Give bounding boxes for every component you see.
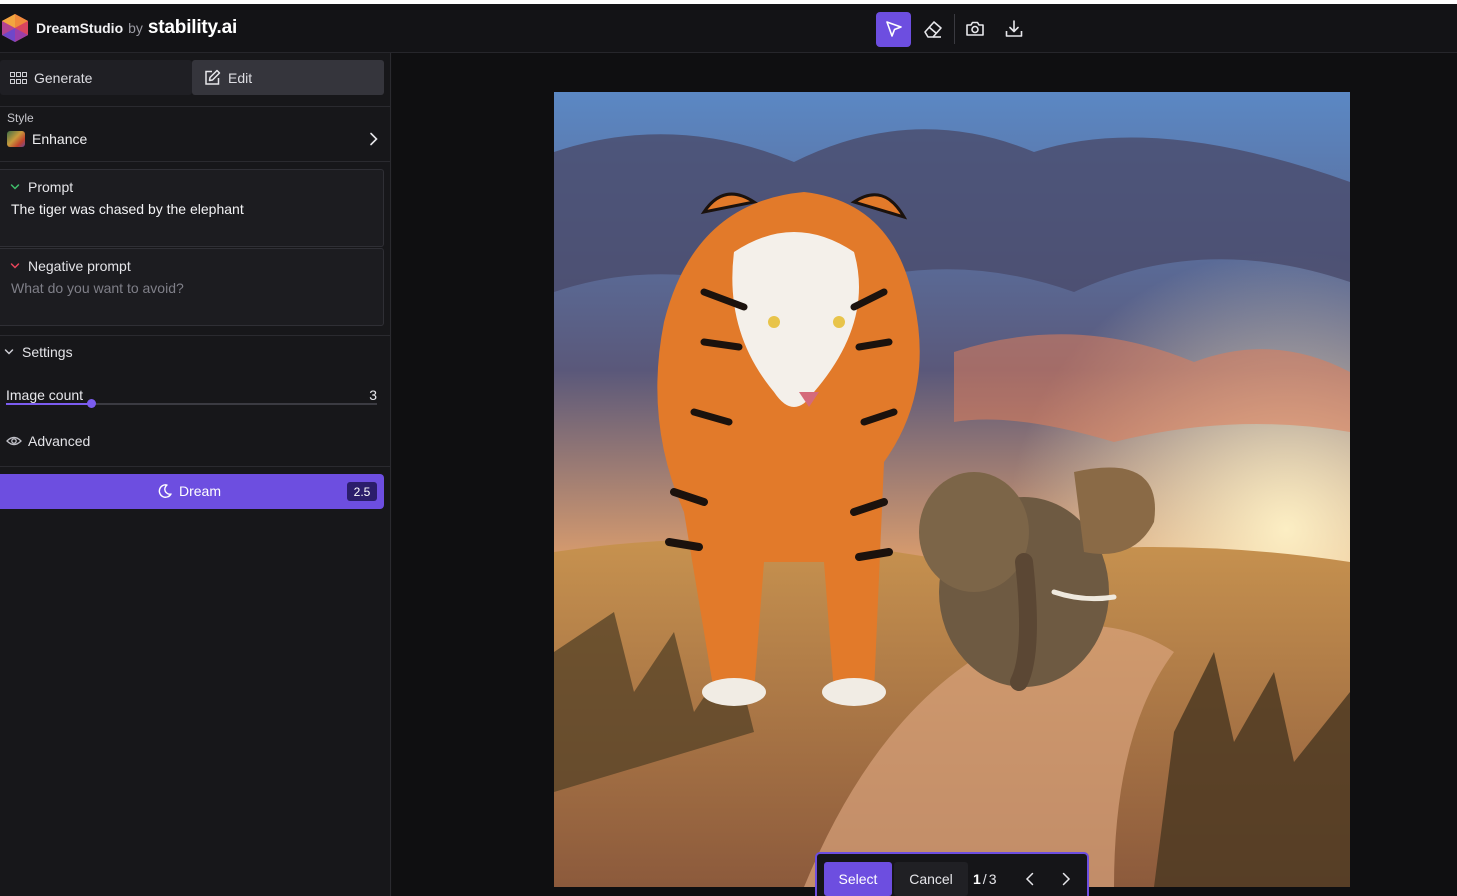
negative-prompt-input[interactable]: What do you want to avoid? xyxy=(11,280,184,296)
generated-image[interactable] xyxy=(554,92,1350,887)
settings-divider xyxy=(0,335,391,336)
edit-icon xyxy=(205,69,221,85)
advanced-toggle[interactable]: Advanced xyxy=(6,433,90,449)
eye-icon xyxy=(6,436,22,446)
chevron-down-icon xyxy=(4,349,14,355)
select-button[interactable]: Select xyxy=(824,862,892,896)
negative-prompt-box[interactable]: Negative prompt What do you want to avoi… xyxy=(0,248,384,326)
tab-generate[interactable]: Generate xyxy=(0,60,192,95)
style-value: Enhance xyxy=(32,131,88,147)
cancel-button[interactable]: Cancel xyxy=(894,862,968,896)
image-pager: 1 / 3 xyxy=(973,871,996,887)
prompt-header: Prompt xyxy=(10,179,73,195)
negative-prompt-label: Negative prompt xyxy=(28,258,131,274)
select-tool-button[interactable] xyxy=(876,11,911,47)
tab-generate-label: Generate xyxy=(34,69,93,86)
dream-divider xyxy=(0,466,391,467)
chevron-down-icon xyxy=(10,263,20,269)
tab-edit-label: Edit xyxy=(228,69,253,86)
sidebar: Generate Edit Style Enhance Prompt The t… xyxy=(0,53,391,896)
company-name: stability.ai xyxy=(147,17,238,38)
canvas-toolbar xyxy=(876,11,1035,47)
previous-image-button[interactable] xyxy=(1021,870,1039,888)
pager-separator: / xyxy=(982,871,987,887)
snapshot-button[interactable] xyxy=(957,12,992,47)
camera-icon xyxy=(965,21,984,36)
pager-total: 3 xyxy=(988,871,997,887)
chevron-right-icon xyxy=(370,132,378,146)
chevron-right-icon xyxy=(1062,872,1071,886)
dream-label: Dream xyxy=(179,483,222,499)
image-count-label: Image count xyxy=(6,387,84,403)
brand[interactable]: DreamStudio by stability.ai xyxy=(0,13,237,43)
cursor-arrow-icon xyxy=(885,21,902,37)
prompt-input[interactable]: The tiger was chased by the elephant xyxy=(11,201,244,217)
slider-handle[interactable] xyxy=(87,399,96,408)
dreamstudio-logo-icon xyxy=(2,14,28,42)
app-by: by xyxy=(128,20,143,36)
settings-label: Settings xyxy=(22,344,73,360)
next-image-button[interactable] xyxy=(1057,870,1075,888)
mode-tabs: Generate Edit xyxy=(0,60,384,95)
chevron-down-icon xyxy=(10,184,20,190)
eraser-tool-button[interactable] xyxy=(915,12,950,47)
image-count-slider[interactable]: Image count 3 xyxy=(6,386,377,410)
pager-current: 1 xyxy=(973,871,981,887)
advanced-label: Advanced xyxy=(28,433,91,449)
download-button[interactable] xyxy=(996,12,1031,47)
selection-bar: Select Cancel 1 / 3 xyxy=(815,852,1089,896)
prompt-box[interactable]: Prompt The tiger was chased by the eleph… xyxy=(0,169,384,247)
prompt-label: Prompt xyxy=(28,179,74,195)
canvas-area xyxy=(392,53,1457,896)
app-header: DreamStudio by stability.ai xyxy=(0,4,1457,53)
download-icon xyxy=(1005,20,1022,37)
image-count-value: 3 xyxy=(369,387,377,403)
toolbar-separator xyxy=(954,14,955,44)
chevron-left-icon xyxy=(1025,872,1034,886)
app-name: DreamStudio xyxy=(36,20,124,36)
moon-icon xyxy=(158,484,172,498)
dream-button[interactable]: Dream 2.5 xyxy=(0,474,384,509)
settings-toggle[interactable]: Settings xyxy=(4,344,73,360)
style-thumbnail xyxy=(7,131,25,147)
style-selector[interactable]: Enhance xyxy=(7,129,379,149)
dream-button-content: Dream xyxy=(157,483,221,499)
tab-edit[interactable]: Edit xyxy=(192,60,384,95)
slider-fill xyxy=(6,403,91,405)
negative-prompt-header: Negative prompt xyxy=(10,258,131,274)
eraser-icon xyxy=(923,21,942,38)
credit-cost-badge: 2.5 xyxy=(347,482,377,501)
style-label: Style xyxy=(7,111,34,125)
grid-icon xyxy=(10,71,27,84)
